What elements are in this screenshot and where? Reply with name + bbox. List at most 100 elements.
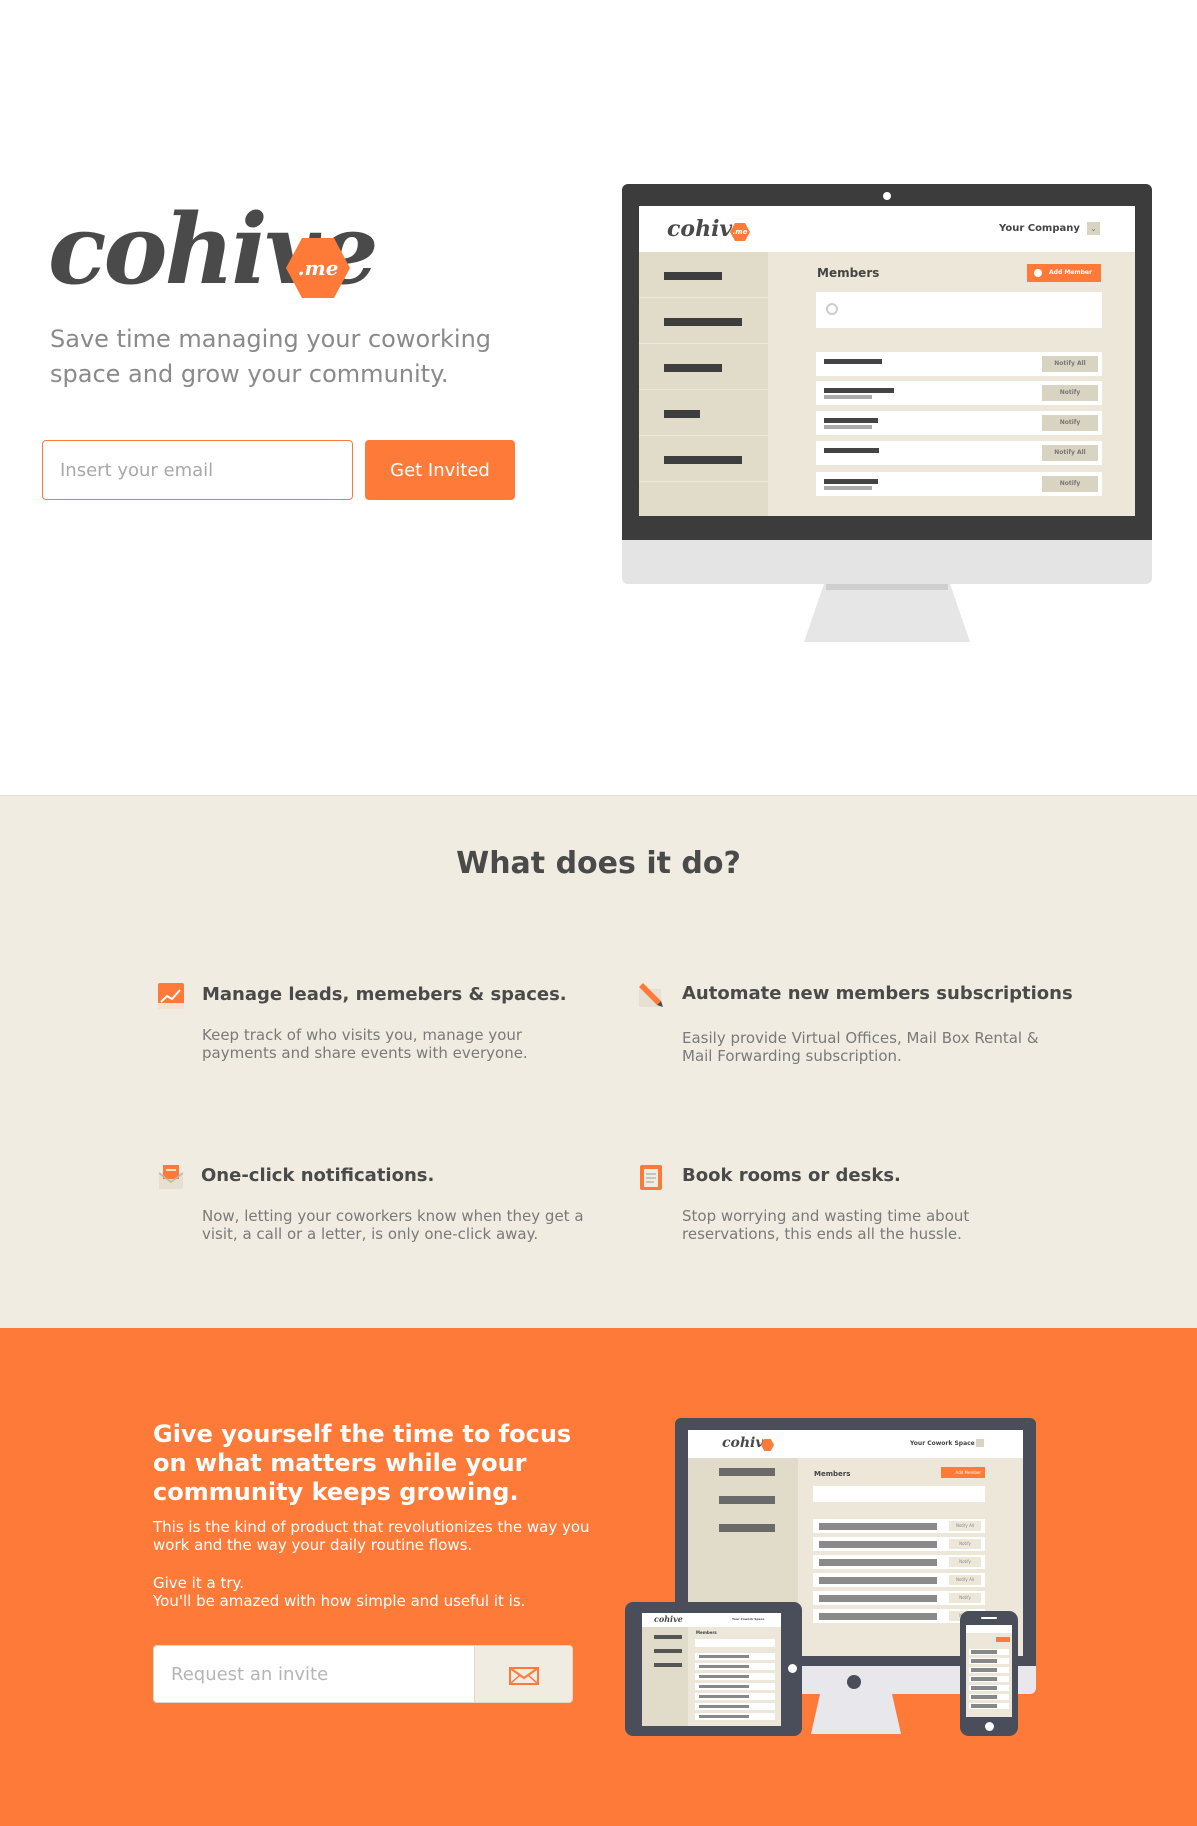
sidebar-item — [639, 252, 768, 298]
add-member-button: Add Member — [1027, 264, 1101, 282]
feature-description: Stop worrying and wasting time about res… — [682, 1207, 970, 1243]
cta-headline: Give yourself the time to focus on what … — [153, 1420, 572, 1506]
member-row: Notify All — [816, 352, 1102, 376]
member-search — [816, 292, 1102, 328]
send-invite-button[interactable] — [474, 1645, 573, 1703]
desktop-member-row: Notify — [813, 1537, 985, 1551]
members-title: Members — [817, 266, 880, 280]
desktop-members-title: Members — [814, 1470, 851, 1478]
desktop-member-row: Notify All — [813, 1573, 985, 1587]
desktop-mockup: cohive .me Your Company ⌄ Members Add Me… — [622, 184, 1152, 644]
feature-description: Now, letting your coworkers know when th… — [202, 1207, 584, 1243]
monitor-stand — [804, 584, 970, 642]
desktop-member-row: Notify — [813, 1555, 985, 1569]
phone-member-row — [969, 1649, 1009, 1655]
clipboard-icon — [640, 1165, 662, 1190]
feature-description: Keep track of who visits you, manage you… — [202, 1026, 528, 1062]
member-row: Notify All — [816, 441, 1102, 465]
envelope-icon — [158, 1165, 184, 1189]
notify-button: Notify — [1042, 476, 1098, 492]
notify-button: Notify All — [1042, 445, 1098, 461]
plus-icon — [1034, 269, 1042, 277]
sidebar-item — [639, 390, 768, 436]
tablet-sidebar — [642, 1627, 688, 1726]
phone-member-row — [969, 1676, 1009, 1682]
cohive-logo[interactable]: cohive .me — [48, 200, 379, 300]
phone-speaker — [981, 1617, 997, 1619]
tablet-members-title: Members — [696, 1630, 717, 1635]
company-name: Your Company — [999, 223, 1080, 234]
desktop-logo-dot — [847, 1675, 861, 1689]
feature-description: Easily provide Virtual Offices, Mail Box… — [682, 1029, 1039, 1065]
app-logo-suffix: .me — [732, 228, 748, 236]
chevron-down-icon — [976, 1439, 984, 1447]
desktop-notify-button: Notify — [949, 1539, 981, 1549]
tablet-home-button — [788, 1664, 797, 1673]
desktop-notify-button: Notify All — [949, 1521, 981, 1531]
tablet-member-row — [695, 1653, 775, 1660]
chart-icon — [158, 983, 184, 1009]
features-title: What does it do? — [456, 846, 741, 881]
camera-dot — [883, 192, 891, 200]
cta-paragraph: This is the kind of product that revolut… — [153, 1518, 590, 1554]
phone-member-row — [969, 1703, 1009, 1709]
app-sidebar — [639, 252, 768, 516]
monitor-stand-neck — [826, 584, 948, 590]
mail-icon — [509, 1667, 539, 1685]
phone-member-row — [969, 1694, 1009, 1700]
hero-section: cohive .me Save time managing your cowor… — [0, 0, 1197, 795]
tablet-member-row — [695, 1703, 775, 1710]
desktop-app-header: cohive Your Cowork Space — [688, 1430, 1023, 1458]
logo-suffix: .me — [297, 256, 339, 280]
phone-add-button — [996, 1637, 1010, 1642]
tablet-member-row — [695, 1713, 775, 1720]
desktop-member-row: Notify — [813, 1591, 985, 1605]
tablet-app-logo: cohive — [654, 1614, 683, 1624]
desktop-notify-button: Notify — [949, 1593, 981, 1603]
get-invited-button[interactable]: Get Invited — [365, 440, 515, 500]
phone-home-button — [985, 1722, 994, 1731]
phone-member-row — [969, 1658, 1009, 1664]
cowork-space-name: Your Cowork Space — [910, 1440, 975, 1447]
tablet-member-row — [695, 1693, 775, 1700]
monitor-chin — [622, 540, 1152, 584]
add-member-label: Add Member — [1049, 269, 1092, 276]
notify-button: Notify All — [1042, 356, 1098, 372]
request-invite-input[interactable] — [153, 1645, 474, 1703]
notify-button: Notify — [1042, 415, 1098, 431]
member-row: Notify — [816, 411, 1102, 435]
tablet-mockup: cohive Your Cowork Space Members — [625, 1602, 802, 1736]
cta-try-line: Give it a try. — [153, 1574, 244, 1592]
tablet-member-row — [695, 1683, 775, 1690]
tablet-screen: cohive Your Cowork Space Members — [642, 1613, 781, 1726]
desktop-member-row: Notify All — [813, 1519, 985, 1533]
app-header: cohive .me Your Company ⌄ — [639, 206, 1135, 252]
tablet-search — [695, 1639, 775, 1647]
hero-tagline: Save time managing your coworking space … — [50, 325, 492, 388]
tablet-cowork-space-name: Your Cowork Space — [732, 1617, 765, 1621]
phone-member-row — [969, 1667, 1009, 1673]
email-input[interactable] — [42, 440, 353, 500]
phone-mockup — [960, 1611, 1018, 1736]
tablet-member-row — [695, 1663, 775, 1670]
sidebar-item — [639, 344, 768, 390]
notify-button: Notify — [1042, 385, 1098, 401]
feature-title: Automate new members subscriptions — [682, 983, 1073, 1004]
sidebar-item — [639, 298, 768, 344]
desktop-stand — [811, 1694, 901, 1734]
desktop-search — [813, 1486, 985, 1502]
sidebar-item — [639, 436, 768, 482]
feature-title: One-click notifications. — [201, 1165, 435, 1186]
cta-section: Give yourself the time to focus on what … — [0, 1328, 1197, 1826]
phone-app-header — [966, 1625, 1012, 1633]
phone-member-row — [969, 1685, 1009, 1691]
phone-screen — [966, 1625, 1012, 1717]
feature-title: Manage leads, memebers & spaces. — [202, 984, 567, 1005]
feature-title: Book rooms or desks. — [682, 1165, 901, 1186]
tablet-member-row — [695, 1673, 775, 1680]
pencil-icon — [639, 983, 663, 1007]
app-screen-preview: cohive .me Your Company ⌄ Members Add Me… — [639, 206, 1135, 516]
member-row: Notify — [816, 472, 1102, 496]
tablet-app-header: cohive Your Cowork Space — [642, 1613, 781, 1627]
desktop-notify-button: Notify — [949, 1557, 981, 1567]
